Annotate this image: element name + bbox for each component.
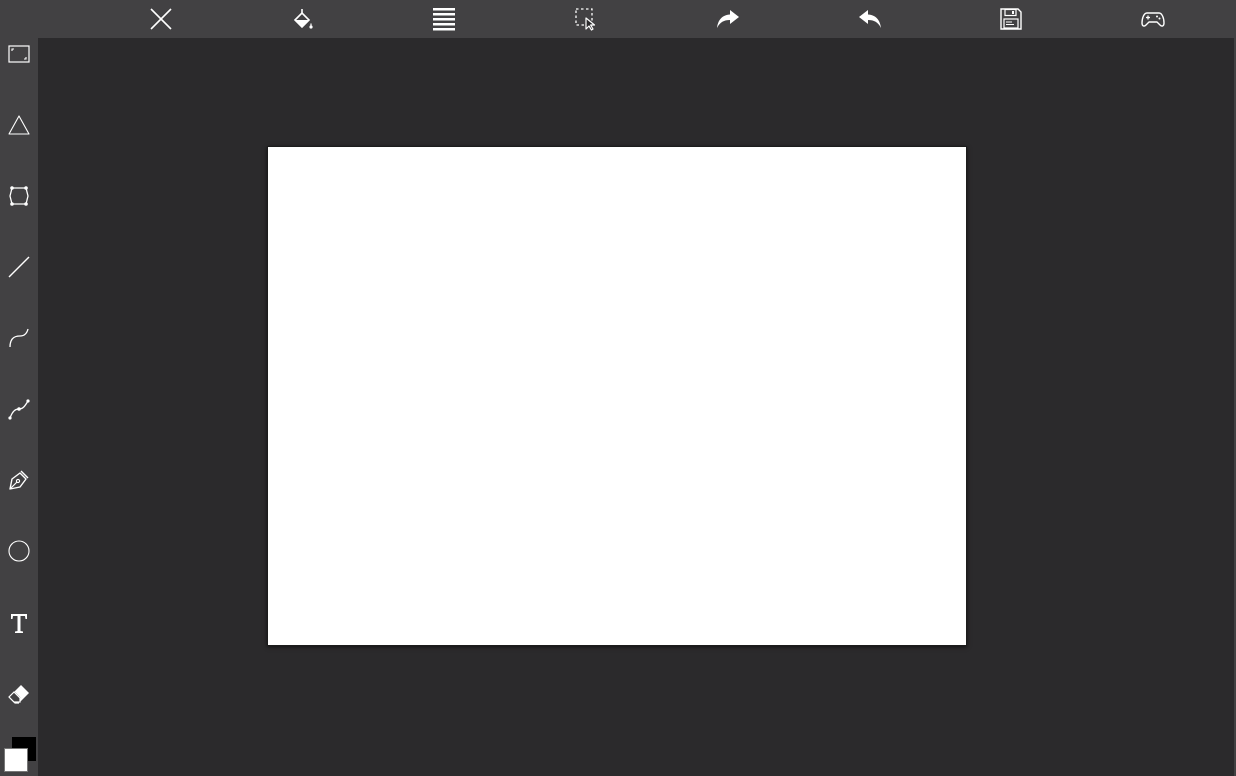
fill-button[interactable]	[283, 0, 323, 38]
close-icon	[150, 8, 172, 30]
image-frame-icon	[8, 45, 30, 63]
secondary-color-swatch[interactable]	[4, 748, 28, 772]
tool-triangle[interactable]	[0, 105, 38, 145]
text-icon	[11, 614, 27, 633]
tool-circle[interactable]	[0, 531, 38, 571]
tool-pen[interactable]	[0, 460, 38, 500]
select-button[interactable]	[566, 0, 606, 38]
color-swatches	[0, 733, 38, 776]
tool-bezier[interactable]	[0, 389, 38, 429]
tool-line[interactable]	[0, 247, 38, 287]
tool-eraser[interactable]	[0, 674, 38, 714]
redo-button[interactable]	[708, 0, 748, 38]
undo-icon	[859, 10, 881, 28]
tool-sidebar	[0, 38, 38, 776]
paint-app	[0, 0, 1236, 776]
tool-image-frame[interactable]	[0, 34, 38, 74]
save-button[interactable]	[991, 0, 1031, 38]
line-icon	[8, 256, 30, 278]
paint-bucket-icon	[293, 9, 313, 29]
undo-button[interactable]	[850, 0, 890, 38]
drawing-canvas[interactable]	[267, 146, 967, 646]
tool-text[interactable]	[0, 603, 38, 643]
close-button[interactable]	[141, 0, 181, 38]
triangle-icon	[8, 115, 30, 135]
bezier-icon	[8, 399, 30, 420]
save-icon	[1000, 8, 1022, 30]
select-region-icon	[575, 8, 596, 31]
polygon-shape-icon	[9, 186, 29, 206]
menu-button[interactable]	[424, 0, 464, 38]
circle-icon	[8, 540, 30, 562]
eraser-icon	[8, 685, 29, 704]
menu-lines-icon	[433, 8, 455, 31]
tool-curve[interactable]	[0, 318, 38, 358]
top-toolbar	[0, 0, 1236, 38]
redo-icon	[717, 10, 739, 28]
tool-polygon[interactable]	[0, 176, 38, 216]
gamepad-icon	[1141, 12, 1165, 27]
curve-icon	[9, 328, 29, 348]
pen-nib-icon	[9, 470, 29, 490]
gamepad-button[interactable]	[1133, 0, 1173, 38]
